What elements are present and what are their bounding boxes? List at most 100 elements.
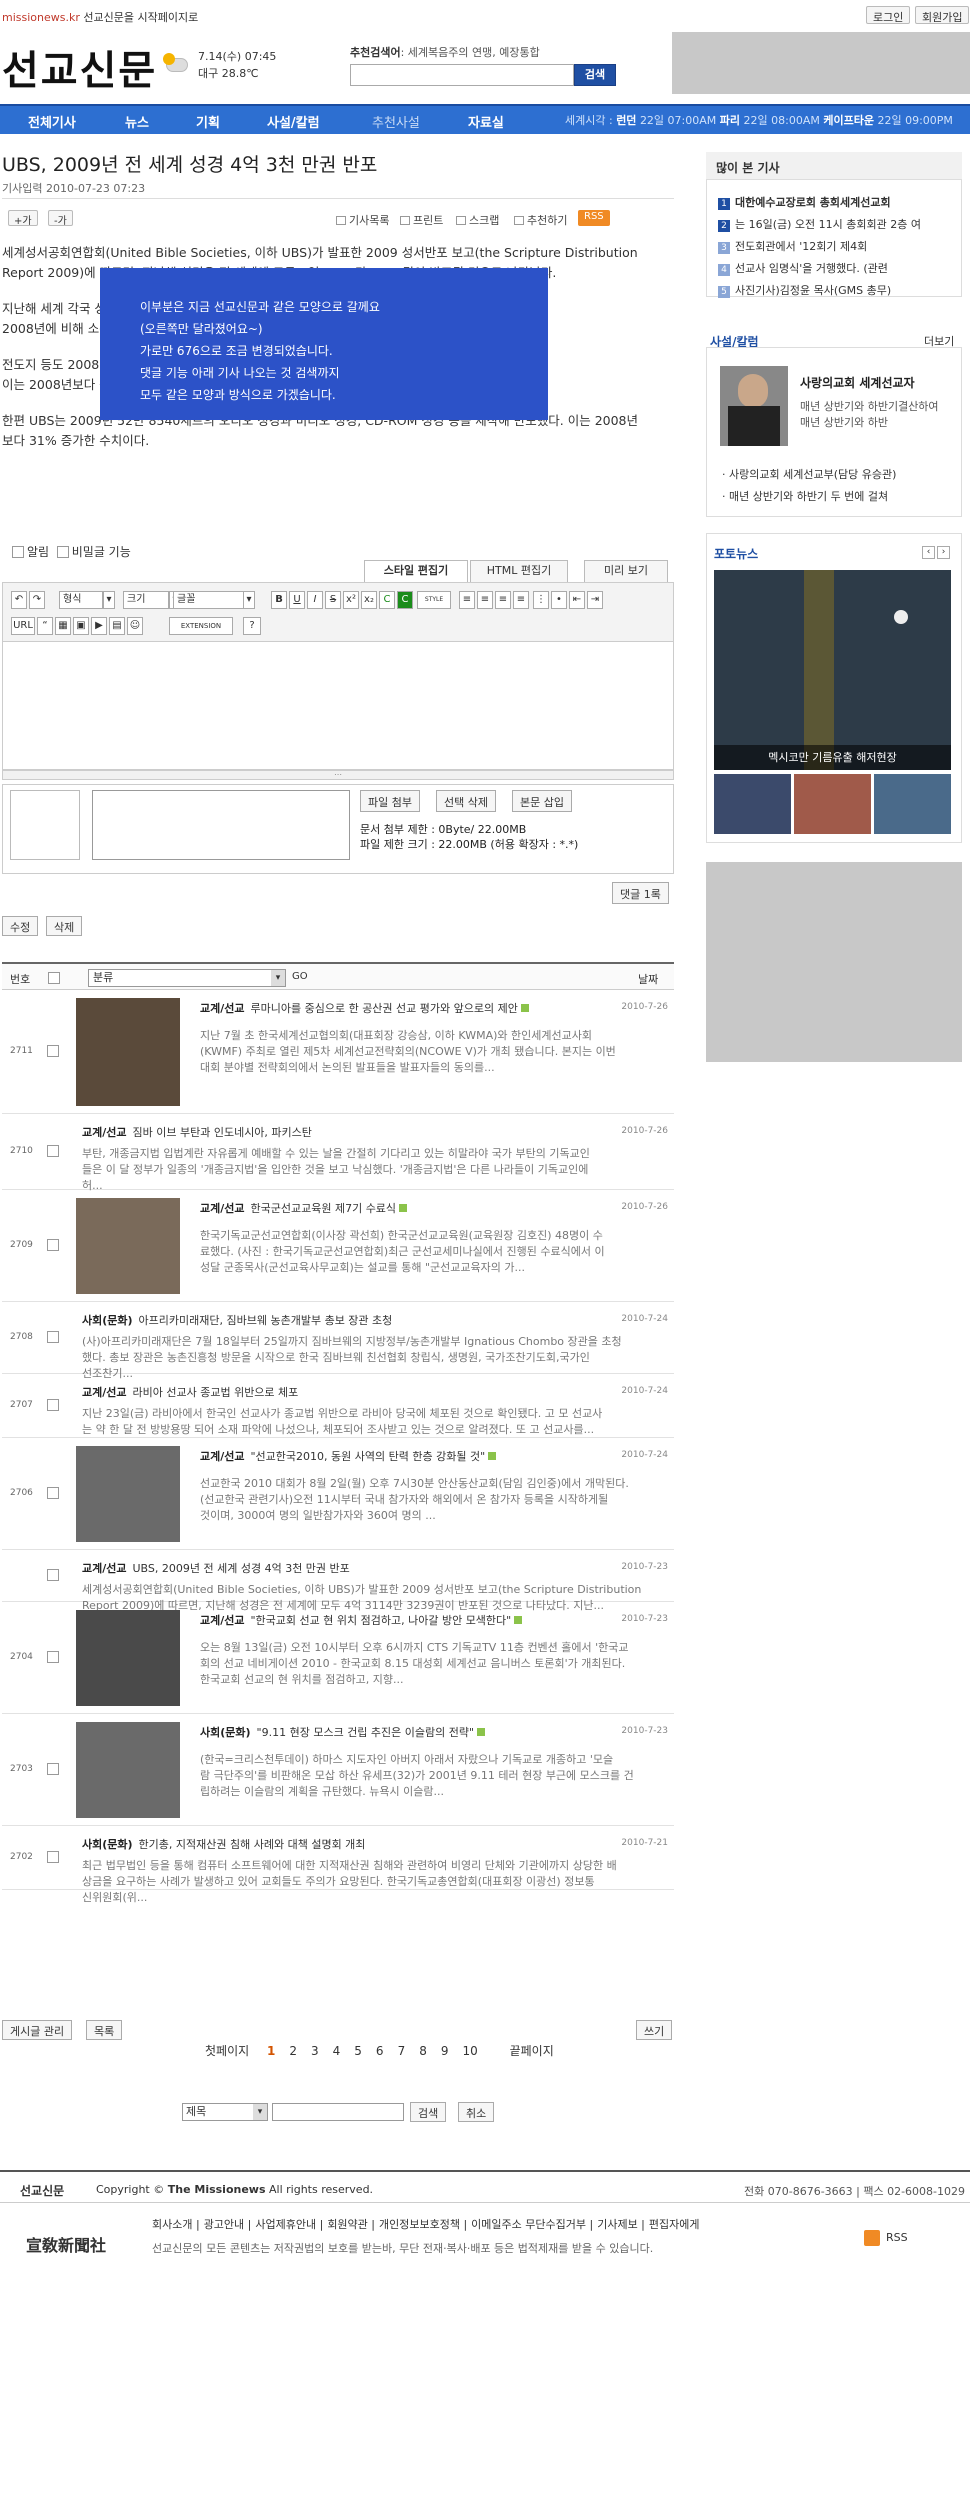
row-checkbox[interactable] bbox=[47, 1763, 59, 1775]
text-color-icon[interactable]: C bbox=[379, 591, 395, 609]
photo-thumb[interactable] bbox=[714, 774, 791, 834]
list-search-button[interactable]: 검색 bbox=[410, 2102, 447, 2122]
footer-link[interactable]: 회사소개 | bbox=[152, 2218, 200, 2231]
login-button[interactable]: 로그인 bbox=[866, 6, 911, 24]
footer-link[interactable]: 광고안내 | bbox=[204, 2218, 252, 2231]
item-title[interactable]: 아프리카미래재단, 짐바브웨 농촌개발부 총보 장관 초청 bbox=[139, 1314, 393, 1327]
url-icon[interactable]: URL bbox=[11, 617, 35, 635]
item-category[interactable]: 교계/선교 bbox=[82, 1126, 127, 1139]
page-link[interactable]: 3 bbox=[311, 2044, 319, 2058]
list-item[interactable]: 2709 교계/선교 한국군선교교육원 제7기 수료식 2010-7-26 한국기독교군… bbox=[2, 1190, 674, 1302]
undo-icon[interactable]: ↶ bbox=[11, 591, 27, 609]
list-item[interactable]: 교계/선교 UBS, 2009년 전 세계 성경 4억 3천 만권 반포 2010-… bbox=[2, 1550, 674, 1612]
font-increase-button[interactable]: +가 bbox=[8, 210, 38, 227]
row-checkbox[interactable] bbox=[47, 1331, 59, 1343]
item-title[interactable]: 한국군선교교육원 제7기 수료식 bbox=[251, 1202, 397, 1215]
footer-link[interactable]: 사업제휴안내 | bbox=[255, 2218, 323, 2231]
first-page-link[interactable]: 첫페이지 bbox=[205, 2044, 249, 2058]
page-link[interactable]: 5 bbox=[354, 2044, 362, 2058]
item-title[interactable]: 짐바 이브 부탄과 인도네시아, 파키스탄 bbox=[133, 1126, 312, 1139]
table-icon[interactable]: ▦ bbox=[55, 617, 71, 635]
item-thumbnail[interactable] bbox=[76, 1610, 180, 1706]
photo-news-image[interactable] bbox=[714, 570, 951, 770]
prev-arrow-icon[interactable]: ‹ bbox=[922, 546, 935, 559]
nav-feature[interactable]: 기획 bbox=[196, 112, 220, 131]
recommended-terms[interactable]: : 세계복음주의 연맹, 예장통합 bbox=[401, 46, 540, 59]
next-arrow-icon[interactable]: › bbox=[937, 546, 950, 559]
search-button[interactable]: 검색 bbox=[574, 64, 616, 86]
nav-editorial[interactable]: 사설/칼럼 bbox=[267, 112, 320, 131]
item-title[interactable]: "한국교회 선교 현 위치 점검하고, 나아갈 방안 모색한다" bbox=[251, 1614, 512, 1627]
set-homepage-link[interactable]: 선교신문을 시작페이지로 bbox=[83, 11, 198, 24]
board-admin-button[interactable]: 게시글 관리 bbox=[2, 2020, 73, 2040]
style-remover-icon[interactable]: STYLE bbox=[417, 591, 451, 609]
delete-button[interactable]: 삭제 bbox=[46, 916, 83, 936]
tab-preview[interactable]: 미리 보기 bbox=[584, 560, 668, 582]
item-title[interactable]: UBS, 2009년 전 세계 성경 4억 3천 만권 반포 bbox=[133, 1562, 350, 1575]
row-checkbox[interactable] bbox=[47, 1487, 59, 1499]
popular-item[interactable]: 3 전도회관에서 '12회기 제4회 bbox=[718, 238, 867, 254]
chevron-down-icon[interactable]: ▾ bbox=[103, 591, 115, 609]
strike-icon[interactable]: S bbox=[325, 591, 341, 609]
quote-icon[interactable]: “ bbox=[37, 617, 53, 635]
row-checkbox[interactable] bbox=[47, 1651, 59, 1663]
align-right-icon[interactable]: ≡ bbox=[495, 591, 511, 609]
row-checkbox[interactable] bbox=[47, 1045, 59, 1057]
item-category[interactable]: 교계/선교 bbox=[82, 1386, 127, 1399]
unordered-list-icon[interactable]: • bbox=[551, 591, 567, 609]
row-checkbox[interactable] bbox=[47, 1145, 59, 1157]
justify-icon[interactable]: ≡ bbox=[513, 591, 529, 609]
file-list[interactable] bbox=[92, 790, 350, 860]
item-title[interactable]: 라비아 선교사 종교법 위반으로 체포 bbox=[133, 1386, 299, 1399]
bold-icon[interactable]: B bbox=[271, 591, 287, 609]
top-banner-ad[interactable] bbox=[672, 32, 970, 94]
item-category[interactable]: 사회(문화) bbox=[82, 1838, 133, 1851]
underline-icon[interactable]: U bbox=[289, 591, 305, 609]
bg-color-icon[interactable]: C bbox=[397, 591, 413, 609]
delete-selected-button[interactable]: 선택 삭제 bbox=[436, 790, 496, 812]
subscript-icon[interactable]: x₂ bbox=[361, 591, 377, 609]
list-item[interactable]: 2703 사회(문화) "9.11 현장 모스크 건립 추진은 이슬람의 전략" 20… bbox=[2, 1714, 674, 1826]
resize-handle[interactable]: ⋯ bbox=[2, 770, 674, 780]
item-thumbnail[interactable] bbox=[76, 1722, 180, 1818]
footer-link[interactable]: 회원약관 | bbox=[327, 2218, 375, 2231]
search-input[interactable] bbox=[350, 64, 574, 86]
footer-link[interactable]: 개인정보보호정책 | bbox=[379, 2218, 467, 2231]
item-category[interactable]: 교계/선교 bbox=[200, 1002, 245, 1015]
outdent-icon[interactable]: ⇤ bbox=[569, 591, 585, 609]
list-search-input[interactable] bbox=[272, 2103, 404, 2121]
list-item[interactable]: 2706 교계/선교 "선교한국2010, 동원 사역의 탄력 한층 강화될 것" 2… bbox=[2, 1438, 674, 1550]
item-category[interactable]: 사회(문화) bbox=[200, 1726, 251, 1739]
image-icon[interactable]: ▣ bbox=[73, 617, 89, 635]
select-all-checkbox[interactable] bbox=[48, 972, 60, 984]
popular-item[interactable]: 4 선교사 임명식'을 거행했다. (관련 bbox=[718, 260, 888, 276]
rss-button[interactable]: RSS bbox=[578, 210, 610, 226]
edit-button[interactable]: 수정 bbox=[2, 916, 39, 936]
page-link[interactable]: 4 bbox=[333, 2044, 341, 2058]
search-field-select[interactable]: 제목 ▾ bbox=[182, 2103, 268, 2121]
list-item[interactable]: 2707 교계/선교 라비아 선교사 종교법 위반으로 체포 2010-7-24 지난 … bbox=[2, 1374, 674, 1438]
page-link[interactable]: 7 bbox=[398, 2044, 406, 2058]
side-banner-ad[interactable] bbox=[706, 862, 962, 1062]
list-item[interactable]: 2710 교계/선교 짐바 이브 부탄과 인도네시아, 파키스탄 2010-7-26 부… bbox=[2, 1114, 674, 1192]
page-link[interactable]: 2 bbox=[289, 2044, 297, 2058]
page-link[interactable]: 10 bbox=[462, 2044, 477, 2058]
format-select[interactable]: 형식 bbox=[59, 591, 103, 609]
italic-icon[interactable]: I bbox=[307, 591, 323, 609]
page-link[interactable]: 9 bbox=[441, 2044, 449, 2058]
page-link[interactable]: 1 bbox=[267, 2044, 275, 2058]
list-button[interactable]: 목록 bbox=[86, 2020, 123, 2040]
popular-item[interactable]: 5 사진기사)김정윤 목사(GMS 총무) bbox=[718, 282, 891, 298]
submit-comment-button[interactable]: 댓글 1록 bbox=[612, 882, 669, 904]
recommend-link[interactable]: 추천하기 bbox=[514, 212, 567, 228]
comment-editor-area[interactable] bbox=[2, 642, 674, 770]
indent-icon[interactable]: ⇥ bbox=[587, 591, 603, 609]
extension-component-icon[interactable]: EXTENSION bbox=[169, 617, 233, 635]
item-category[interactable]: 교계/선교 bbox=[200, 1202, 245, 1215]
file-icon[interactable]: ▤ bbox=[109, 617, 125, 635]
category-select[interactable]: 분류 ▾ bbox=[88, 969, 286, 987]
nav-all-articles[interactable]: 전체기사 bbox=[28, 112, 76, 131]
size-select[interactable]: 크기 bbox=[123, 591, 169, 609]
opinion-list-item[interactable]: · 매년 상반기와 하반기 두 번에 걸쳐 bbox=[722, 488, 888, 504]
row-checkbox[interactable] bbox=[47, 1399, 59, 1411]
